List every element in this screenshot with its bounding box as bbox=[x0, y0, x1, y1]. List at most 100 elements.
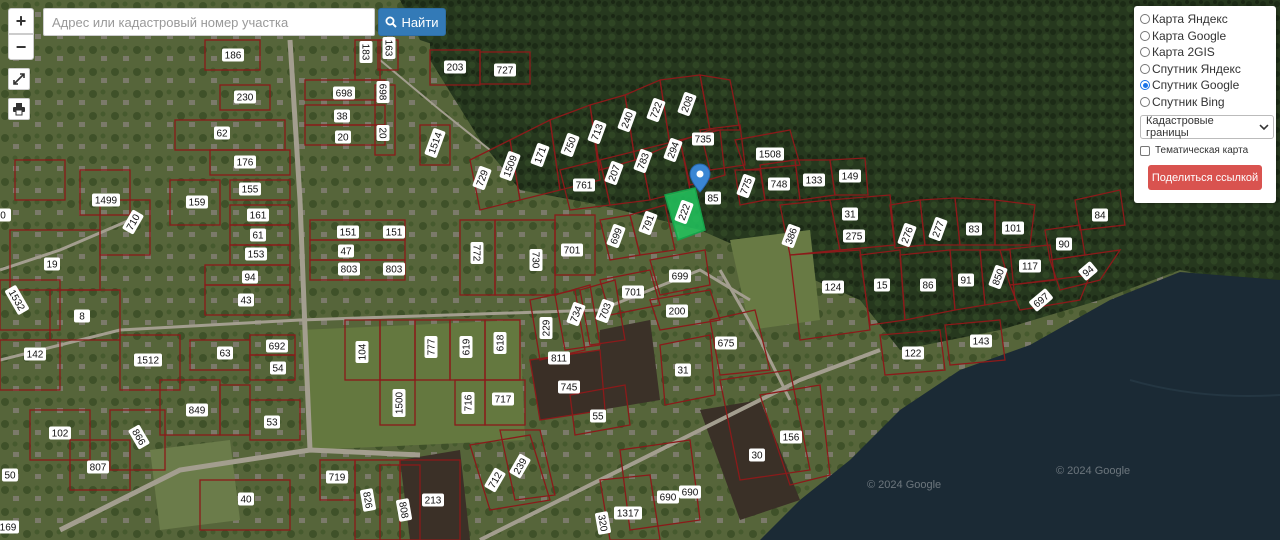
layer-option-bing-satellite[interactable]: Спутник Bing bbox=[1140, 94, 1270, 111]
svg-text:62: 62 bbox=[216, 129, 228, 140]
parcel-number-label: 101 bbox=[1002, 221, 1024, 235]
svg-text:1317: 1317 bbox=[617, 509, 640, 520]
parcel-number-label: 133 bbox=[803, 173, 825, 187]
parcel-number-label: 735 bbox=[692, 132, 714, 146]
svg-text:155: 155 bbox=[242, 185, 259, 196]
parcel-number-label: 701 bbox=[561, 243, 583, 257]
boundary-type-select[interactable]: Кадастровые границы bbox=[1140, 115, 1274, 139]
layer-option-google-map[interactable]: Карта Google bbox=[1140, 28, 1270, 45]
parcel-number-label: 53 bbox=[264, 415, 280, 429]
radio-button[interactable] bbox=[1140, 14, 1150, 25]
layer-option-yandex-map[interactable]: Карта Яндекс bbox=[1140, 11, 1270, 28]
parcel-number-label: 745 bbox=[558, 380, 580, 394]
parcel-number-label: 275 bbox=[843, 229, 865, 243]
layer-option-2gis-map[interactable]: Карта 2GIS bbox=[1140, 44, 1270, 61]
svg-text:124: 124 bbox=[825, 283, 842, 294]
radio-button[interactable] bbox=[1140, 63, 1150, 74]
svg-text:803: 803 bbox=[341, 265, 358, 276]
search-button[interactable]: Найти bbox=[378, 8, 446, 36]
parcel-number-label: 104 bbox=[355, 341, 369, 363]
parcel-number-label: 149 bbox=[839, 169, 861, 183]
parcel-number-label: 200 bbox=[666, 304, 688, 318]
parcel-number-label: 772 bbox=[470, 242, 484, 264]
svg-text:213: 213 bbox=[425, 496, 442, 507]
svg-text:690: 690 bbox=[660, 493, 677, 504]
search-input[interactable] bbox=[43, 8, 375, 36]
parcel-number-label: 811 bbox=[548, 351, 570, 365]
svg-text:803: 803 bbox=[386, 265, 403, 276]
parcel-number-label: 807 bbox=[87, 460, 109, 474]
parcel-number-label: 151 bbox=[337, 225, 359, 239]
share-link-button[interactable]: Поделиться ссылкой bbox=[1148, 165, 1262, 190]
parcel-number-label: 8 bbox=[74, 309, 90, 323]
zoom-in-button[interactable]: + bbox=[8, 8, 34, 34]
svg-text:183: 183 bbox=[360, 44, 371, 61]
radio-button[interactable] bbox=[1140, 30, 1150, 41]
thematic-map-checkbox[interactable] bbox=[1140, 145, 1150, 156]
svg-text:176: 176 bbox=[237, 158, 254, 169]
svg-text:745: 745 bbox=[561, 383, 578, 394]
parcel-number-label: 43 bbox=[238, 293, 254, 307]
parcel-number-label: 15 bbox=[874, 278, 890, 292]
layer-option-yandex-satellite[interactable]: Спутник Яндекс bbox=[1140, 61, 1270, 78]
parcel-number-label: 730 bbox=[529, 249, 543, 271]
parcel-number-label: 156 bbox=[780, 430, 802, 444]
parcel-number-label: 675 bbox=[715, 336, 737, 350]
parcel-number-label: 84 bbox=[1092, 208, 1108, 222]
svg-text:101: 101 bbox=[1005, 224, 1022, 235]
svg-text:811: 811 bbox=[551, 354, 567, 365]
parcel-number-label: 619 bbox=[459, 336, 473, 358]
svg-text:61: 61 bbox=[252, 231, 264, 242]
svg-text:1500: 1500 bbox=[395, 391, 406, 414]
parcel-number-label: 31 bbox=[675, 363, 691, 377]
svg-text:619: 619 bbox=[462, 338, 473, 355]
svg-text:186: 186 bbox=[225, 51, 242, 62]
parcel-number-label: 719 bbox=[326, 470, 348, 484]
parcel-number-label: 163 bbox=[382, 37, 396, 59]
svg-text:63: 63 bbox=[219, 349, 231, 360]
svg-text:698: 698 bbox=[336, 89, 353, 100]
svg-text:777: 777 bbox=[427, 338, 438, 355]
parcel-number-label: 20 bbox=[376, 125, 390, 141]
svg-text:90: 90 bbox=[1058, 240, 1070, 251]
parcel-number-label: 159 bbox=[186, 195, 208, 209]
parcel-number-label: 61 bbox=[250, 228, 266, 242]
parcel-number-label: 63 bbox=[217, 346, 233, 360]
svg-text:8: 8 bbox=[79, 312, 85, 323]
svg-text:699: 699 bbox=[672, 272, 689, 283]
parcel-number-label: 1512 bbox=[134, 353, 162, 367]
svg-text:38: 38 bbox=[336, 112, 348, 123]
radio-button-checked[interactable] bbox=[1140, 80, 1150, 91]
print-button[interactable] bbox=[8, 98, 30, 120]
parcel-number-label: 54 bbox=[270, 361, 286, 375]
parcel-number-label: 1317 bbox=[614, 506, 642, 520]
fullscreen-button[interactable] bbox=[8, 68, 30, 90]
parcel-number-label: 698 bbox=[376, 81, 390, 103]
radio-button[interactable] bbox=[1140, 47, 1150, 58]
parcel-number-label: 153 bbox=[245, 247, 267, 261]
svg-text:31: 31 bbox=[844, 210, 856, 221]
svg-text:701: 701 bbox=[564, 246, 581, 257]
parcel-number-label: 213 bbox=[422, 493, 444, 507]
radio-button[interactable] bbox=[1140, 96, 1150, 107]
svg-text:0: 0 bbox=[0, 211, 6, 222]
parcel-number-label: 62 bbox=[214, 126, 230, 140]
svg-text:102: 102 bbox=[52, 429, 69, 440]
svg-text:1512: 1512 bbox=[137, 356, 160, 367]
meadow bbox=[150, 440, 240, 530]
parcel-number-label: 690 bbox=[679, 485, 701, 499]
satellite-map[interactable]: 186 203 727 183 163 230 698 38 20 698 20 62 176 155 15… bbox=[0, 0, 1280, 540]
thematic-map-toggle[interactable]: Тематическая карта bbox=[1140, 145, 1270, 156]
printer-icon bbox=[13, 103, 25, 116]
svg-text:15: 15 bbox=[876, 281, 888, 292]
parcel-number-label: 176 bbox=[234, 155, 256, 169]
zoom-out-button[interactable]: − bbox=[8, 34, 34, 60]
svg-text:719: 719 bbox=[329, 473, 346, 484]
svg-text:122: 122 bbox=[905, 349, 922, 360]
parcel-number-label: 230 bbox=[234, 90, 256, 104]
parcel-number-label: 50 bbox=[2, 468, 18, 482]
svg-text:200: 200 bbox=[669, 307, 686, 318]
svg-text:47: 47 bbox=[340, 247, 352, 258]
svg-text:83: 83 bbox=[968, 225, 980, 236]
layer-option-google-satellite[interactable]: Спутник Google bbox=[1140, 77, 1270, 94]
